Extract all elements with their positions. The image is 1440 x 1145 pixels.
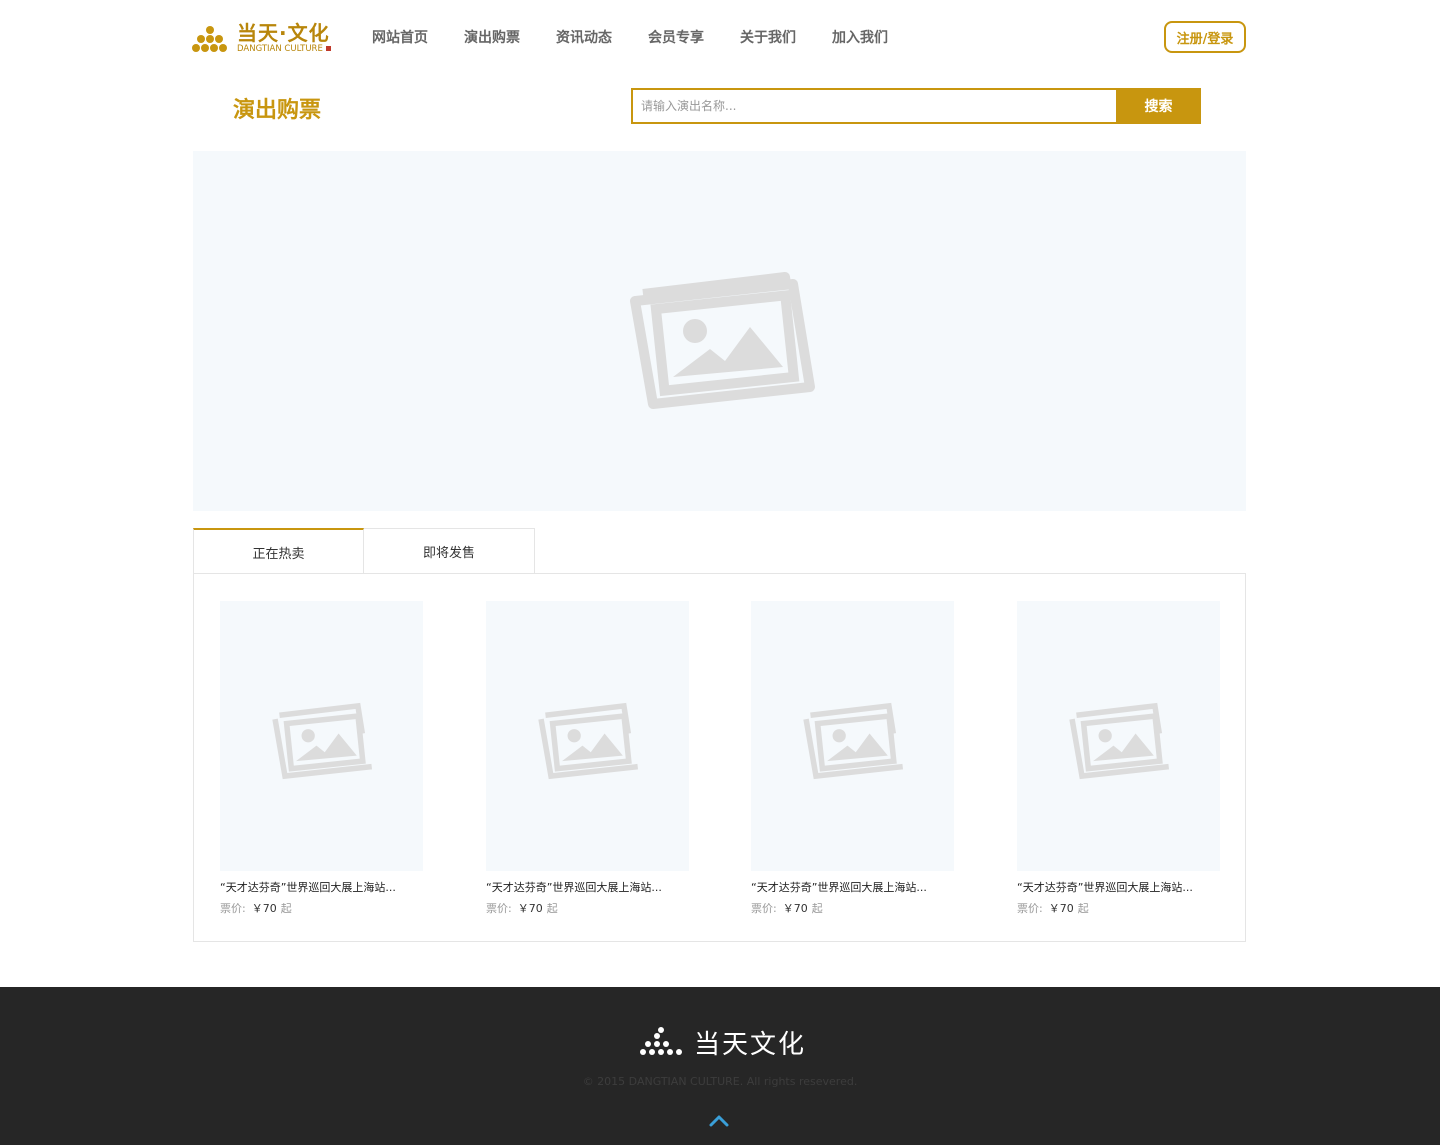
- ticket-tabs: 正在热卖 即将发售: [193, 528, 535, 574]
- image-placeholder-icon: [271, 702, 372, 780]
- nav-item-news[interactable]: 资讯动态: [556, 28, 612, 48]
- product-price: 票价: ￥70 起: [220, 902, 423, 916]
- product-title[interactable]: “天才达芬奇”世界巡回大展上海站...: [1017, 881, 1220, 895]
- product-image[interactable]: [220, 601, 423, 871]
- login-register-button[interactable]: 注册/登录: [1164, 21, 1246, 53]
- price-label: 票价:: [486, 902, 512, 915]
- product-image[interactable]: [751, 601, 954, 871]
- price-label: 票价:: [1017, 902, 1043, 915]
- nav-item-tickets[interactable]: 演出购票: [464, 28, 520, 48]
- logo-mark-icon: [192, 22, 234, 54]
- tab-on-sale[interactable]: 正在热卖: [193, 528, 364, 574]
- product-image[interactable]: [486, 601, 689, 871]
- search-input[interactable]: [631, 88, 1116, 124]
- footer-logo[interactable]: 当天文化: [640, 1024, 806, 1061]
- logo-seal: [325, 45, 331, 51]
- product-price: 票价: ￥70 起: [1017, 902, 1220, 916]
- product-panel: “天才达芬奇”世界巡回大展上海站... 票价: ￥70 起 “天才达芬奇”世界巡回大…: [193, 573, 1246, 942]
- site-footer: 当天文化 © 2015 DANGTIAN CULTURE. All rights…: [0, 987, 1440, 1145]
- image-placeholder-icon: [802, 702, 903, 780]
- copyright-text: © 2015 DANGTIAN CULTURE. All rights rese…: [582, 1075, 858, 1088]
- price-amount: ￥70: [1048, 902, 1074, 915]
- product-card[interactable]: “天才达芬奇”世界巡回大展上海站... 票价: ￥70 起: [220, 601, 423, 916]
- product-price: 票价: ￥70 起: [751, 902, 954, 916]
- price-amount: ￥70: [251, 902, 277, 915]
- product-card[interactable]: “天才达芬奇”世界巡回大展上海站... 票价: ￥70 起: [1017, 601, 1220, 916]
- tab-coming-soon[interactable]: 即将发售: [364, 528, 535, 574]
- product-card[interactable]: “天才达芬奇”世界巡回大展上海站... 票价: ￥70 起: [486, 601, 689, 916]
- image-placeholder-icon: [629, 271, 815, 409]
- product-price: 票价: ￥70 起: [486, 902, 689, 916]
- site-logo[interactable]: 当天·文化 DANGTIAN CULTURE: [192, 21, 337, 55]
- footer-brand-name: 当天文化: [694, 1030, 807, 1060]
- price-suffix: 起: [280, 902, 292, 915]
- footer-logo-mark-icon: [640, 1026, 682, 1059]
- product-title[interactable]: “天才达芬奇”世界巡回大展上海站...: [220, 881, 423, 895]
- price-label: 票价:: [751, 902, 777, 915]
- back-to-top-icon[interactable]: [708, 1113, 730, 1129]
- price-suffix: 起: [1077, 902, 1089, 915]
- price-amount: ￥70: [517, 902, 543, 915]
- price-suffix: 起: [811, 902, 823, 915]
- image-placeholder-icon: [1068, 702, 1169, 780]
- nav-item-members[interactable]: 会员专享: [648, 28, 704, 48]
- product-image[interactable]: [1017, 601, 1220, 871]
- nav-item-about[interactable]: 关于我们: [740, 28, 796, 48]
- product-card[interactable]: “天才达芬奇”世界巡回大展上海站... 票价: ￥70 起: [751, 601, 954, 916]
- nav-item-join[interactable]: 加入我们: [832, 28, 888, 48]
- product-title[interactable]: “天才达芬奇”世界巡回大展上海站...: [751, 881, 954, 895]
- logo-english-text: DANGTIAN CULTURE: [237, 43, 323, 54]
- nav-item-home[interactable]: 网站首页: [372, 28, 428, 48]
- page-title: 演出购票: [233, 98, 322, 123]
- price-suffix: 起: [546, 902, 558, 915]
- search-bar: 搜索: [631, 88, 1201, 124]
- banner-image[interactable]: [193, 151, 1246, 511]
- search-button[interactable]: 搜索: [1116, 88, 1201, 124]
- image-placeholder-icon: [537, 702, 638, 780]
- logo-chinese-text: 当天·文化: [237, 20, 330, 45]
- price-amount: ￥70: [782, 902, 808, 915]
- product-title[interactable]: “天才达芬奇”世界巡回大展上海站...: [486, 881, 689, 895]
- price-label: 票价:: [220, 902, 246, 915]
- main-nav: 网站首页 演出购票 资讯动态 会员专享 关于我们 加入我们: [372, 28, 924, 48]
- site-header: 当天·文化 DANGTIAN CULTURE 网站首页 演出购票 资讯动态 会员…: [0, 0, 1440, 75]
